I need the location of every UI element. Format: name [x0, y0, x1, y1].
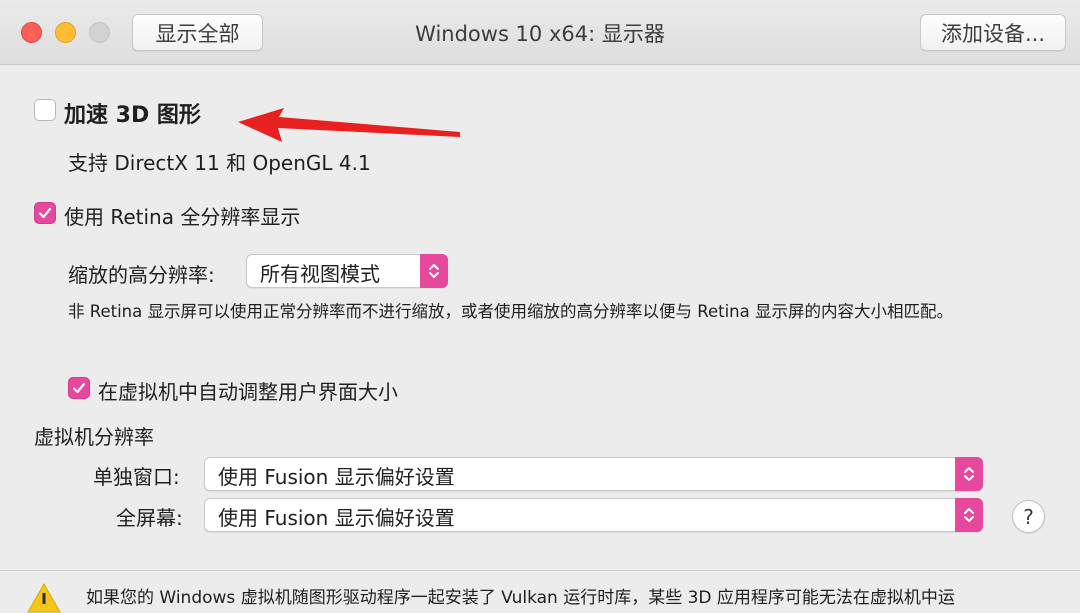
minimize-window-button[interactable]	[55, 22, 76, 43]
vm-resolution-heading: 虚拟机分辨率	[34, 425, 154, 449]
checkmark-icon	[38, 207, 52, 219]
warning-icon	[27, 583, 61, 613]
retina-checkbox[interactable]	[34, 202, 56, 224]
single-window-popup[interactable]: 使用 Fusion 显示偏好设置	[204, 457, 983, 491]
add-device-button[interactable]: 添加设备...	[920, 14, 1066, 51]
close-window-button[interactable]	[21, 22, 42, 43]
vulkan-warning: 如果您的 Windows 虚拟机随图形驱动程序一起安装了 Vulkan 运行时库…	[0, 570, 1080, 613]
annotation-arrow	[238, 108, 460, 142]
window-title: Windows 10 x64: 显示器	[415, 22, 665, 46]
single-window-label: 单独窗口:	[93, 465, 180, 489]
scaled-resolution-popup[interactable]: 所有视图模式	[246, 254, 448, 288]
show-all-button[interactable]: 显示全部	[132, 14, 263, 51]
zoom-window-button[interactable]	[89, 22, 110, 43]
accelerate-3d-checkbox[interactable]	[34, 99, 56, 121]
directx-support-note: 支持 DirectX 11 和 OpenGL 4.1	[68, 151, 371, 175]
single-window-value: 使用 Fusion 显示偏好设置	[218, 465, 455, 489]
auto-resize-checkbox[interactable]	[68, 377, 90, 399]
fullscreen-label: 全屏幕:	[116, 506, 183, 530]
accelerate-3d-label[interactable]: 加速 3D 图形	[64, 97, 201, 129]
popup-stepper-icon	[420, 254, 448, 288]
warning-text: 如果您的 Windows 虚拟机随图形驱动程序一起安装了 Vulkan 运行时库…	[86, 588, 955, 608]
scaled-resolution-value: 所有视图模式	[260, 262, 380, 286]
help-button[interactable]: ?	[1012, 500, 1045, 533]
fullscreen-popup[interactable]: 使用 Fusion 显示偏好设置	[204, 498, 983, 532]
scaled-resolution-label: 缩放的高分辨率:	[68, 263, 215, 287]
retina-description: 非 Retina 显示屏可以使用正常分辨率而不进行缩放，或者使用缩放的高分辨率以…	[68, 302, 953, 321]
popup-stepper-icon	[955, 457, 983, 491]
fullscreen-value: 使用 Fusion 显示偏好设置	[218, 506, 455, 530]
auto-resize-label[interactable]: 在虚拟机中自动调整用户界面大小	[98, 376, 398, 405]
popup-stepper-icon	[955, 498, 983, 532]
checkmark-icon	[72, 382, 86, 394]
retina-label[interactable]: 使用 Retina 全分辨率显示	[64, 201, 300, 230]
title-bar: 显示全部 Windows 10 x64: 显示器 添加设备...	[0, 0, 1080, 65]
